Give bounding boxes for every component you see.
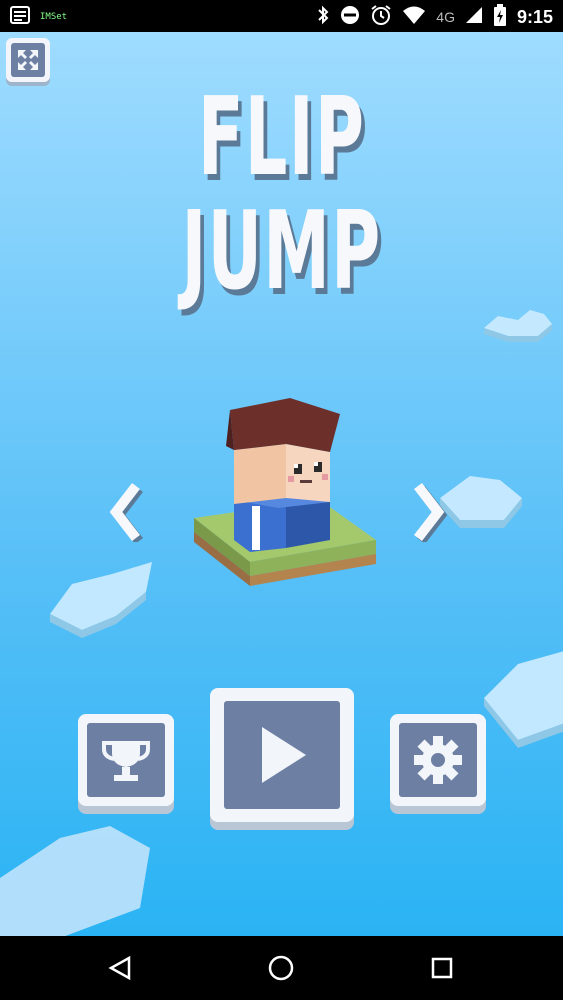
character bbox=[226, 398, 340, 552]
play-button[interactable] bbox=[210, 688, 354, 822]
battery-charging-icon bbox=[493, 4, 507, 30]
notification-icon bbox=[10, 6, 30, 28]
status-time: 9:15 bbox=[516, 6, 553, 27]
signal-icon bbox=[465, 6, 483, 28]
cloud bbox=[484, 310, 552, 342]
system-nav-bar bbox=[0, 936, 563, 1000]
recents-icon bbox=[431, 957, 453, 979]
game-screen: FLIP JUMP bbox=[0, 32, 563, 936]
back-icon bbox=[108, 955, 131, 981]
trophy-icon bbox=[102, 741, 150, 781]
chevron-left-icon bbox=[109, 482, 143, 542]
character-preview bbox=[190, 390, 380, 630]
prev-character-button[interactable] bbox=[104, 480, 148, 544]
fullscreen-button[interactable] bbox=[6, 38, 50, 82]
leaderboard-button[interactable] bbox=[78, 714, 174, 806]
home-button[interactable] bbox=[263, 950, 299, 986]
bluetooth-icon bbox=[316, 5, 330, 29]
app-badge-icon: IMSet bbox=[40, 11, 68, 22]
gear-icon bbox=[414, 736, 462, 784]
chevron-right-icon bbox=[414, 482, 448, 542]
network-type: 4G bbox=[436, 9, 455, 25]
cloud bbox=[50, 562, 152, 638]
game-title-line-1: FLIP bbox=[197, 75, 366, 200]
cloud bbox=[484, 651, 563, 748]
fullscreen-icon bbox=[18, 50, 38, 70]
next-character-button[interactable] bbox=[406, 480, 450, 544]
game-title-line-2: JUMP bbox=[181, 189, 382, 314]
back-button[interactable] bbox=[102, 950, 138, 986]
home-icon bbox=[268, 955, 294, 981]
settings-button[interactable] bbox=[390, 714, 486, 806]
alarm-icon bbox=[370, 4, 392, 30]
play-icon bbox=[262, 727, 306, 783]
wifi-icon bbox=[402, 5, 426, 29]
cloud bbox=[0, 826, 150, 936]
do-not-disturb-icon bbox=[340, 5, 360, 29]
recents-button[interactable] bbox=[424, 950, 460, 986]
status-bar: IMSet 4G 9:15 bbox=[0, 0, 563, 32]
